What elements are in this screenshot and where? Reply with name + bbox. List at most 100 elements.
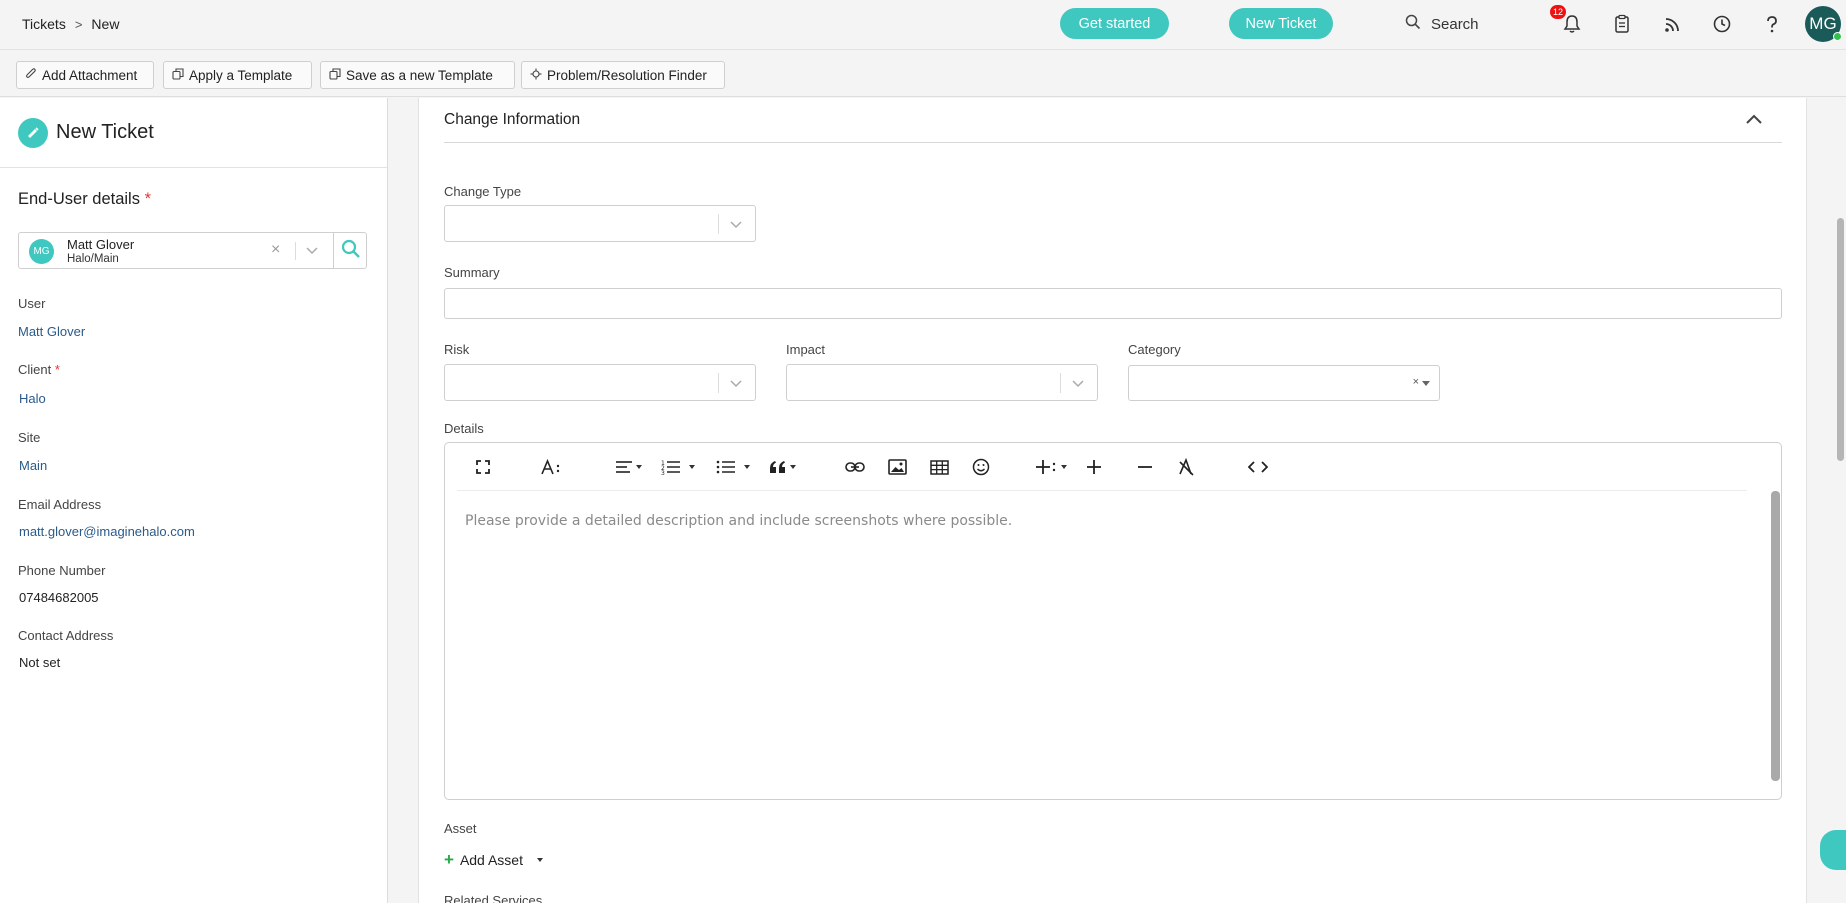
chevron-down-icon xyxy=(729,377,743,393)
user-avatar[interactable]: MG xyxy=(1805,6,1842,42)
clear-formatting-icon[interactable] xyxy=(1175,455,1199,479)
plus-icon[interactable] xyxy=(1082,455,1106,479)
divider xyxy=(1060,373,1061,393)
table-icon[interactable] xyxy=(927,455,951,479)
add-asset-label: Add Asset xyxy=(459,852,523,868)
clear-icon[interactable]: × xyxy=(1413,376,1419,388)
ticket-icon xyxy=(18,117,48,148)
divider xyxy=(718,373,719,393)
panel-header: New Ticket xyxy=(0,98,387,168)
chevron-down-icon[interactable] xyxy=(305,243,319,260)
search-button[interactable]: Search xyxy=(1405,14,1479,34)
breadcrumb-separator: > xyxy=(74,16,83,32)
image-icon[interactable] xyxy=(885,455,909,479)
client-label-text: Client xyxy=(18,362,52,377)
phone-label: Phone Number xyxy=(18,563,106,578)
emoji-icon[interactable] xyxy=(969,455,993,479)
avatar: MG xyxy=(29,239,54,264)
crosshair-icon xyxy=(530,68,542,83)
details-editor[interactable]: 123 Please provide a detailed descriptio… xyxy=(444,442,1782,800)
breadcrumb-current: New xyxy=(91,16,120,32)
bullet-list-icon[interactable] xyxy=(711,455,755,479)
copy-icon xyxy=(172,67,184,83)
quote-icon[interactable] xyxy=(765,455,799,479)
picker-user-name: Matt Glover xyxy=(67,237,135,252)
client-label: Client * xyxy=(18,362,60,377)
code-view-icon[interactable] xyxy=(1245,455,1271,479)
asset-label: Asset xyxy=(444,821,477,836)
font-size-icon[interactable] xyxy=(539,455,565,479)
clear-icon[interactable]: × xyxy=(271,241,280,259)
client-value[interactable]: Halo xyxy=(19,391,46,406)
breadcrumb-tickets[interactable]: Tickets xyxy=(22,16,66,32)
add-attachment-button[interactable]: Add Attachment xyxy=(16,61,154,89)
align-icon[interactable] xyxy=(611,455,645,479)
problem-resolution-finder-button[interactable]: Problem/Resolution Finder xyxy=(521,61,725,89)
new-ticket-button[interactable]: New Ticket xyxy=(1229,8,1333,39)
add-attachment-label: Add Attachment xyxy=(42,67,138,83)
contact-address-label: Contact Address xyxy=(18,628,114,643)
divider xyxy=(718,214,719,234)
user-label: User xyxy=(18,296,46,311)
caret-down-icon xyxy=(536,858,543,862)
apply-template-button[interactable]: Apply a Template xyxy=(163,61,312,89)
required-marker: * xyxy=(54,362,60,377)
help-icon[interactable] xyxy=(1761,13,1783,35)
search-icon xyxy=(1405,14,1421,34)
change-type-select[interactable] xyxy=(444,205,756,242)
fullscreen-icon[interactable] xyxy=(471,455,495,479)
chevron-down-icon xyxy=(729,218,743,234)
required-marker: * xyxy=(144,190,151,208)
impact-select[interactable] xyxy=(786,364,1098,401)
clipboard-icon[interactable] xyxy=(1611,13,1633,35)
category-select[interactable]: × xyxy=(1128,365,1440,401)
breadcrumb: Tickets > New xyxy=(22,16,119,32)
save-template-button[interactable]: Save as a new Template xyxy=(320,61,515,89)
insert-more-icon[interactable] xyxy=(1033,455,1069,479)
site-value[interactable]: Main xyxy=(19,458,47,473)
caret-down-icon xyxy=(1422,381,1430,386)
collapse-chevron-icon[interactable] xyxy=(1745,112,1763,129)
related-services-label: Related Services xyxy=(444,893,543,903)
page-title: New Ticket xyxy=(56,121,154,143)
end-user-picker[interactable]: MG Matt Glover Halo/Main × xyxy=(18,232,367,269)
category-label: Category xyxy=(1128,342,1181,357)
user-value[interactable]: Matt Glover xyxy=(18,324,85,339)
summary-label: Summary xyxy=(444,265,500,280)
clock-icon[interactable] xyxy=(1711,13,1733,35)
add-asset-button[interactable]: + Add Asset xyxy=(444,850,543,870)
problem-resolution-finder-label: Problem/Resolution Finder xyxy=(547,67,707,83)
end-user-section-title: End-User details * xyxy=(18,190,151,209)
user-initials: MG xyxy=(1809,14,1837,33)
site-label: Site xyxy=(18,430,41,445)
main-area: Change Information Change Type Summary R… xyxy=(389,98,1846,903)
email-value[interactable]: matt.glover@imaginehalo.com xyxy=(19,524,195,539)
impact-label: Impact xyxy=(786,342,826,357)
details-placeholder: Please provide a detailed description an… xyxy=(465,513,1013,529)
editor-toolbar: 123 xyxy=(457,443,1747,491)
link-icon[interactable] xyxy=(842,455,868,479)
page-scrollbar[interactable] xyxy=(1837,218,1844,461)
search-icon xyxy=(341,239,361,262)
summary-input[interactable] xyxy=(444,288,1782,319)
rss-icon[interactable] xyxy=(1661,13,1683,35)
phone-value: 07484682005 xyxy=(19,590,99,605)
end-user-section-label: End-User details xyxy=(18,190,140,208)
divider xyxy=(444,142,1782,143)
search-user-button[interactable] xyxy=(333,232,368,269)
picker-user-site: Halo/Main xyxy=(67,253,119,265)
paperclip-icon xyxy=(25,67,37,83)
get-started-button[interactable]: Get started xyxy=(1060,8,1169,39)
online-status-dot xyxy=(1833,32,1842,41)
save-template-label: Save as a new Template xyxy=(346,67,493,83)
contact-address-value: Not set xyxy=(19,655,61,670)
action-toolbar: Add Attachment Apply a Template Save as … xyxy=(0,50,1846,97)
editor-scrollbar[interactable] xyxy=(1771,491,1780,781)
notification-badge: 12 xyxy=(1550,5,1566,19)
plus-icon: + xyxy=(444,850,454,869)
ordered-list-icon[interactable]: 123 xyxy=(656,455,700,479)
chat-widget-icon[interactable] xyxy=(1820,830,1846,870)
horizontal-rule-icon[interactable] xyxy=(1133,455,1157,479)
change-information-panel: Change Information Change Type Summary R… xyxy=(418,98,1807,903)
risk-select[interactable] xyxy=(444,364,756,401)
